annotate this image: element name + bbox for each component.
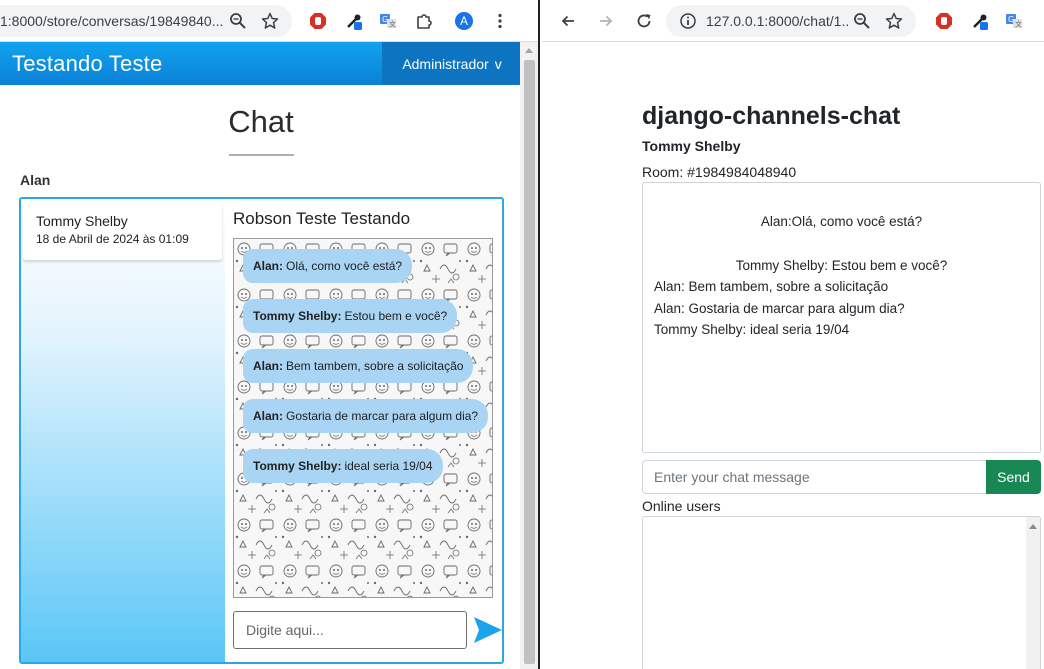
message-panel: Robson Teste Testando Alan: Olá, como vo… (233, 199, 503, 662)
desktop: 1:8000/store/conversas/19849840... G文 A … (0, 0, 1044, 669)
app-navbar: Testando Teste Administrador v (0, 42, 522, 85)
more-icon[interactable] (488, 9, 512, 33)
left-browser-toolbar: 1:8000/store/conversas/19849840... G文 A (0, 0, 538, 42)
current-user-label: Alan (20, 172, 51, 188)
right-browser-window: 127.0.0.1:8000/chat/1... G文 django-chann… (542, 0, 1044, 669)
message-text: ideal seria 19/04 (344, 459, 433, 473)
current-user: Tommy Shelby (642, 138, 741, 154)
reload-icon[interactable] (632, 9, 656, 33)
profile-icon[interactable]: A (452, 9, 476, 33)
message-bubble: Tommy Shelby: ideal seria 19/04 (243, 449, 443, 483)
puzzle-icon[interactable] (412, 9, 436, 33)
chat-log-line: Alan: Gostaria de marcar para algum dia? (654, 301, 905, 316)
chat-log-line: Tommy Shelby: Estou bem e você? (735, 258, 948, 273)
message-area[interactable]: Alan: Olá, como você está? Tommy Shelby:… (233, 238, 493, 598)
left-address-bar[interactable]: 1:8000/store/conversas/19849840... (0, 4, 292, 37)
message-input[interactable]: Digite aqui... (233, 611, 467, 649)
room-label: Room: #1984984048940 (642, 164, 797, 180)
online-users-label: Online users (642, 498, 721, 514)
message-bubble: Alan: Gostaria de marcar para algum dia? (243, 399, 489, 433)
chat-log-line: Tommy Shelby: ideal seria 19/04 (654, 322, 850, 337)
chat-message-input[interactable]: Enter your chat message (642, 460, 987, 494)
admin-menu-label: Administrador (402, 55, 489, 72)
message-text: Bem tambem, sobre a solicitação (286, 359, 464, 373)
left-browser-window: 1:8000/store/conversas/19849840... G文 A … (0, 0, 540, 669)
conversation-item[interactable]: Tommy Shelby 18 de Abril de 2024 às 01:0… (23, 203, 222, 261)
chat-log-line: Alan:Olá, como você está? (760, 214, 923, 229)
send-button[interactable]: Send (986, 460, 1041, 494)
title-underline (229, 154, 294, 156)
right-address-url[interactable]: 127.0.0.1:8000/chat/1... (706, 13, 850, 29)
translate-icon[interactable]: G文 (376, 9, 400, 33)
left-address-url[interactable]: 1:8000/store/conversas/19849840... (0, 13, 226, 29)
info-icon[interactable] (676, 9, 700, 33)
left-page-scrollbar[interactable] (520, 42, 538, 669)
extension-red-icon[interactable] (306, 9, 330, 33)
send-arrow-icon[interactable] (473, 616, 503, 644)
zoom-icon[interactable] (226, 9, 250, 33)
svg-text:文: 文 (1015, 19, 1022, 28)
online-users-list[interactable] (642, 516, 1041, 669)
message-sender: Alan: (253, 409, 283, 423)
back-icon[interactable] (556, 9, 580, 33)
forward-icon[interactable] (594, 9, 618, 33)
message-bubble: Alan: Olá, como você está? (243, 249, 413, 283)
admin-menu-toggle[interactable]: Administrador v (382, 42, 522, 85)
message-text: Estou bem e você? (344, 309, 448, 323)
message-text: Gostaria de marcar para algum dia? (286, 409, 479, 423)
left-web-page: Testando Teste Administrador v Chat Alan… (0, 42, 522, 669)
eyedropper-icon[interactable] (342, 9, 366, 33)
star-icon[interactable] (258, 9, 282, 33)
message-sender: Tommy Shelby: (253, 459, 342, 473)
right-web-page: django-channels-chat Tommy Shelby Room: … (542, 42, 1044, 669)
scroll-up-icon[interactable] (1029, 524, 1037, 529)
svg-text:文: 文 (389, 19, 396, 28)
extension-red-icon[interactable] (932, 9, 956, 33)
right-browser-toolbar: 127.0.0.1:8000/chat/1... G文 (542, 0, 1044, 42)
star-icon[interactable] (882, 9, 906, 33)
message-bubble: Tommy Shelby: Estou bem e você? (243, 299, 458, 333)
conversation-date: 18 de Abril de 2024 às 01:09 (36, 232, 189, 246)
message-text: Olá, como você está? (286, 259, 403, 273)
zoom-icon[interactable] (850, 9, 874, 33)
page-title: Chat (228, 104, 294, 139)
conversation-list: Tommy Shelby 18 de Abril de 2024 às 01:0… (21, 199, 225, 662)
page-title: django-channels-chat (642, 102, 901, 130)
message-bubble: Alan: Bem tambem, sobre a solicitação (243, 349, 474, 383)
message-sender: Tommy Shelby: (253, 309, 342, 323)
app-brand[interactable]: Testando Teste (0, 51, 382, 77)
chat-container: Tommy Shelby 18 de Abril de 2024 às 01:0… (19, 197, 504, 664)
room-title: Robson Teste Testando (233, 209, 411, 228)
eyedropper-icon[interactable] (968, 9, 992, 33)
chat-log-line: Alan: Bem tambem, sobre a solicitação (654, 279, 889, 294)
translate-icon[interactable]: G文 (1002, 9, 1026, 33)
scroll-up-icon[interactable] (525, 48, 533, 53)
profile-initial: A (459, 13, 468, 28)
message-sender: Alan: (253, 259, 283, 273)
chat-log[interactable]: Alan:Olá, como você está? Tommy Shelby: … (642, 182, 1041, 453)
right-address-bar[interactable]: 127.0.0.1:8000/chat/1... (666, 4, 916, 37)
conversation-name: Tommy Shelby (36, 213, 128, 229)
message-sender: Alan: (253, 359, 283, 373)
online-users-scrollbar[interactable] (1026, 517, 1040, 669)
chevron-down-icon: v (494, 55, 502, 72)
scrollbar-thumb[interactable] (524, 60, 535, 664)
